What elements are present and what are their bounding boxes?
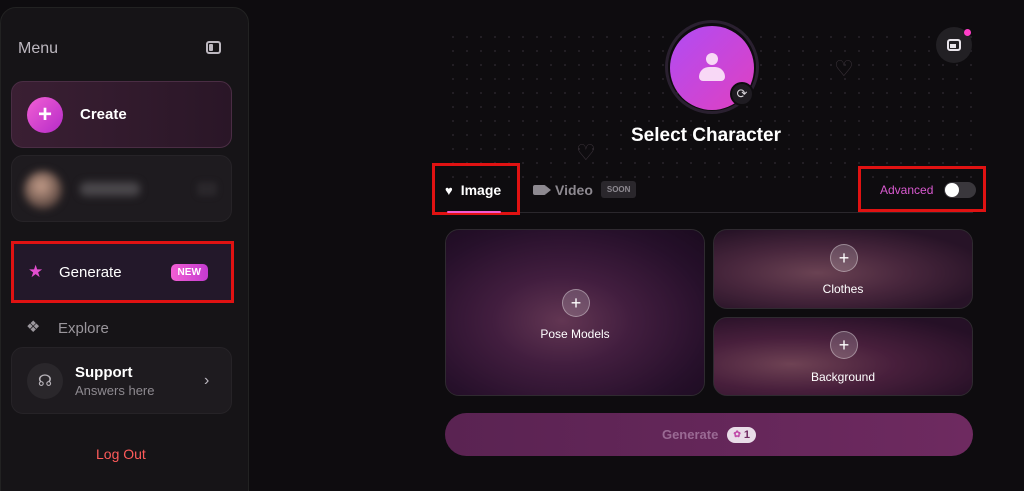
create-button[interactable]: + Create xyxy=(11,81,232,148)
logout-link[interactable]: Log Out xyxy=(96,446,146,462)
tab-image[interactable]: ♥ Image xyxy=(432,163,520,215)
plus-icon: + xyxy=(830,331,858,359)
advanced-toggle[interactable] xyxy=(944,182,976,198)
create-label: Create xyxy=(80,106,127,123)
select-character-title: Select Character xyxy=(631,125,781,146)
generate-button-label: Generate xyxy=(661,427,719,442)
plus-icon: + xyxy=(27,96,63,133)
background-label: Background xyxy=(810,370,876,384)
support-button[interactable]: ☊ Support Answers here › xyxy=(11,347,232,414)
background-card[interactable]: + Background xyxy=(713,317,973,396)
star-wand-icon: ★ xyxy=(28,262,44,281)
person-icon xyxy=(699,53,725,83)
generate-nav-label: Generate xyxy=(59,263,122,281)
credit-icon: ✿ xyxy=(733,429,741,439)
menu-title: Menu xyxy=(18,40,59,57)
soon-badge: SOON xyxy=(600,181,637,198)
headset-icon: ☊ xyxy=(27,363,63,399)
heart-decoration-icon: ♡ xyxy=(576,140,596,165)
user-profile-card[interactable] xyxy=(11,155,232,222)
image-gallery-icon xyxy=(947,39,961,51)
video-camera-icon xyxy=(533,184,551,195)
active-tab-indicator xyxy=(447,211,501,213)
credit-cost: 1 xyxy=(743,428,751,441)
support-title: Support xyxy=(75,364,133,381)
support-subtitle: Answers here xyxy=(75,383,155,398)
plus-icon: + xyxy=(562,289,590,317)
chevron-right-icon: › xyxy=(204,372,210,389)
pose-models-label: Pose Models xyxy=(540,327,610,341)
sidebar-item-explore[interactable]: ❖ Explore xyxy=(26,318,109,338)
app-root: Menu + Create ★ Generate NEW ❖ Explore ☊… xyxy=(0,0,1024,491)
refresh-icon[interactable]: ⟳ xyxy=(730,82,754,106)
clothes-card[interactable]: + Clothes xyxy=(713,229,973,309)
new-badge: NEW xyxy=(170,263,208,281)
heart-decoration-icon: ♡ xyxy=(834,56,854,81)
blurred-detail xyxy=(197,182,217,196)
advanced-toggle-group: Advanced xyxy=(858,166,986,212)
toggle-knob xyxy=(945,183,959,197)
tab-video[interactable]: Video SOON xyxy=(533,181,637,198)
image-heart-icon: ♥ xyxy=(445,182,453,198)
tabs-divider xyxy=(446,212,973,213)
credit-cost-badge: ✿ 1 xyxy=(727,426,757,443)
avatar xyxy=(24,171,62,209)
explore-icon: ❖ xyxy=(26,319,41,336)
pose-models-card[interactable]: + Pose Models xyxy=(445,229,705,396)
plus-icon: + xyxy=(830,244,858,272)
tab-video-label: Video xyxy=(555,181,593,198)
generate-button[interactable]: Generate ✿ 1 xyxy=(445,413,973,456)
explore-label: Explore xyxy=(58,319,109,337)
notification-dot xyxy=(964,29,971,36)
clothes-label: Clothes xyxy=(822,282,864,296)
sidebar-item-generate[interactable]: ★ Generate NEW xyxy=(11,241,234,303)
blurred-username xyxy=(80,182,140,196)
advanced-label: Advanced xyxy=(880,183,934,197)
sidebar-toggle-icon[interactable] xyxy=(206,41,221,54)
tab-image-label: Image xyxy=(460,182,502,198)
